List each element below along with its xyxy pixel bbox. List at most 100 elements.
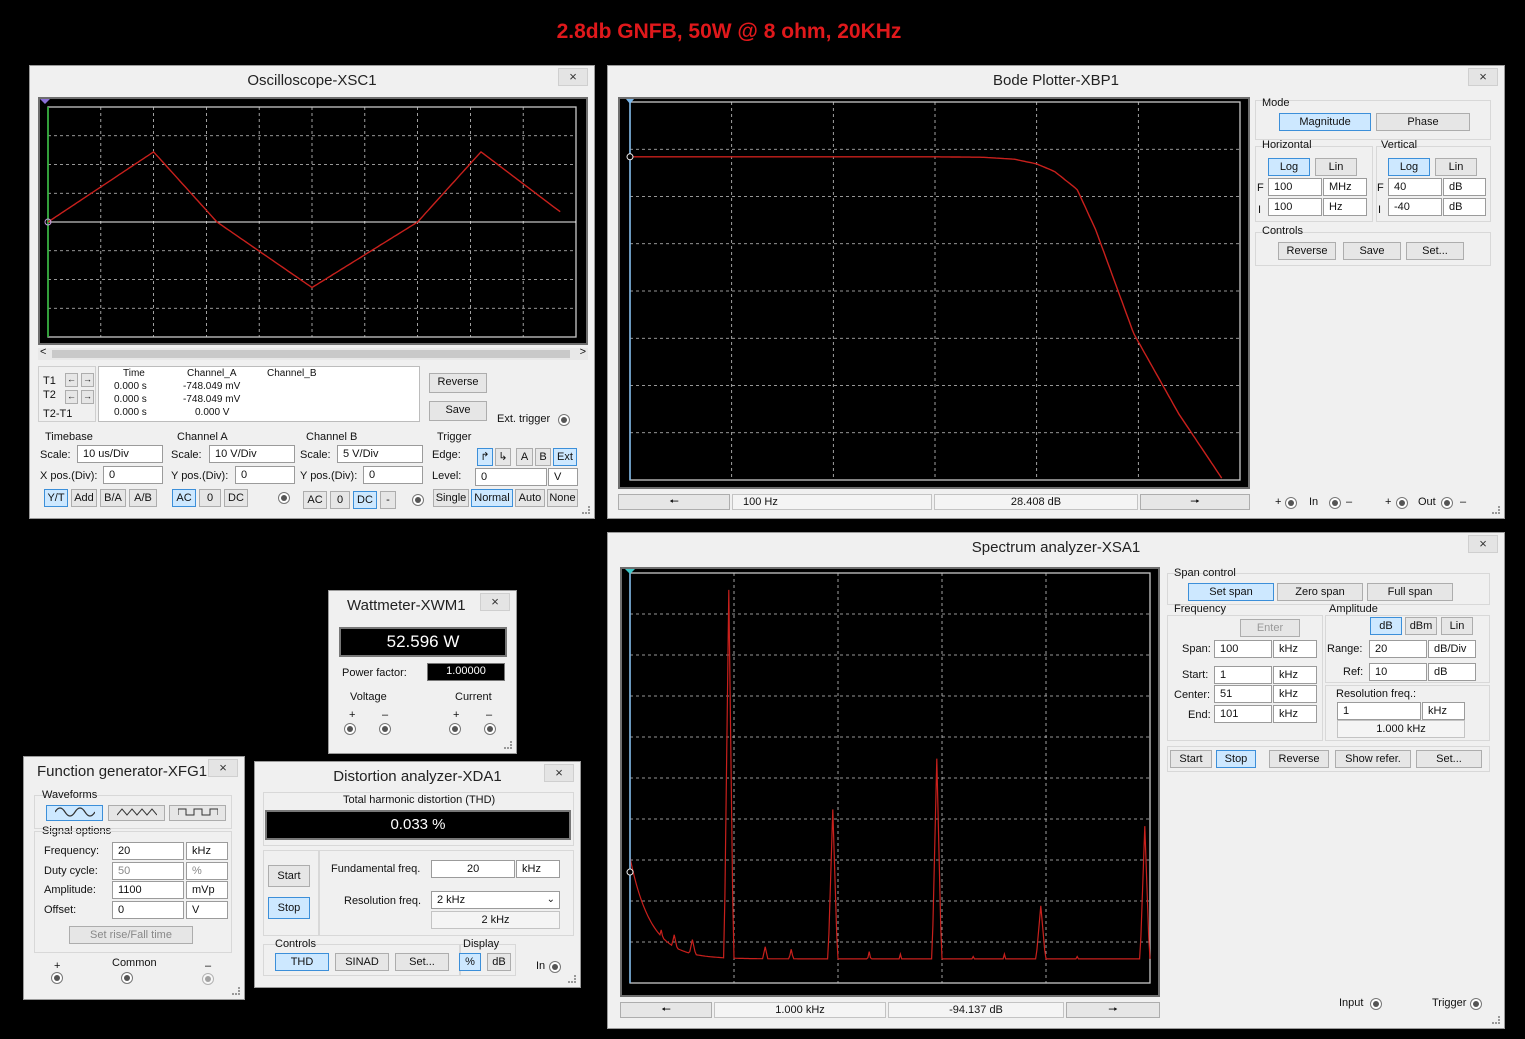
horizontal-final-field[interactable]: 100 [1268,178,1322,196]
cursor-left-button[interactable]: 🠔 [618,494,730,510]
add-mode-button[interactable]: Add [71,489,97,507]
full-span-button[interactable]: Full span [1367,583,1453,601]
trigger-level-field[interactable]: 0 [475,468,547,486]
channel-b-dc-button[interactable]: DC [353,491,377,509]
bode-set-button[interactable]: Set... [1406,242,1464,260]
cursor-left-button[interactable]: 🠔 [620,1002,712,1018]
current-minus-terminal[interactable] [484,723,496,735]
scrollbar-thumb[interactable] [52,350,570,358]
frequency-unit[interactable]: kHz [186,842,228,860]
resize-grip[interactable] [582,506,590,514]
lin-button[interactable]: Lin [1441,617,1473,635]
title-bar[interactable]: Distortion analyzer-XDA1 × [255,762,580,790]
resize-grip[interactable] [504,741,512,749]
end-unit[interactable]: kHz [1273,705,1317,723]
channel-b-zero-button[interactable]: 0 [330,491,350,509]
enter-button[interactable]: Enter [1240,619,1300,637]
resolution-freq-select[interactable]: 2 kHz ⌄ [431,891,560,909]
timebase-xpos-field[interactable]: 0 [103,466,163,484]
cursor-right-button[interactable]: 🠖 [1066,1002,1160,1018]
in-terminal[interactable] [549,961,561,973]
vertical-log-button[interactable]: Log [1388,158,1430,176]
rising-edge-icon[interactable]: ↱ [477,448,493,466]
center-unit[interactable]: kHz [1273,685,1317,703]
resize-grip[interactable] [1492,506,1500,514]
spectrum-start-button[interactable]: Start [1170,750,1212,768]
plus-terminal[interactable] [51,972,63,984]
horizontal-scrollbar[interactable]: < > [38,346,588,360]
start-button[interactable]: Start [268,865,310,887]
sinad-button[interactable]: SINAD [335,953,389,971]
thd-button[interactable]: THD [275,953,329,971]
resolution-unit[interactable]: kHz [1422,702,1465,720]
channel-b-ac-button[interactable]: AC [303,491,327,509]
vertical-final-field[interactable]: 40 [1388,178,1442,196]
horizontal-log-button[interactable]: Log [1268,158,1310,176]
t2-right-arrow-icon[interactable]: → [81,390,94,404]
spectrum-set-button[interactable]: Set... [1416,750,1482,768]
zero-span-button[interactable]: Zero span [1277,583,1363,601]
trigger-level-unit[interactable]: V [548,468,578,486]
none-mode-button[interactable]: None [547,489,578,507]
channel-a-dc-button[interactable]: DC [224,489,248,507]
span-unit[interactable]: kHz [1273,640,1317,658]
save-button[interactable]: Save [429,401,487,421]
resolution-field[interactable]: 1 [1337,702,1421,720]
title-bar[interactable]: Wattmeter-XWM1 × [329,591,516,619]
square-wave-button[interactable] [169,805,226,821]
vertical-initial-unit[interactable]: dB [1443,198,1486,216]
single-mode-button[interactable]: Single [433,489,469,507]
dbm-button[interactable]: dBm [1405,617,1437,635]
trigger-ext-button[interactable]: Ext [553,448,577,466]
trigger-a-button[interactable]: A [516,448,533,466]
ab-mode-button[interactable]: A/B [129,489,157,507]
common-terminal[interactable] [121,972,133,984]
end-field[interactable]: 101 [1214,705,1272,723]
title-bar[interactable]: Bode Plotter-XBP1 × [608,66,1504,94]
ref-field[interactable]: 10 [1369,663,1427,681]
in-plus-terminal[interactable] [1285,497,1297,509]
start-unit[interactable]: kHz [1273,666,1317,684]
ref-unit[interactable]: dB [1428,663,1476,681]
range-field[interactable]: 20 [1369,640,1427,658]
horizontal-initial-unit[interactable]: Hz [1323,198,1367,216]
current-plus-terminal[interactable] [449,723,461,735]
span-field[interactable]: 100 [1214,640,1272,658]
horizontal-lin-button[interactable]: Lin [1315,158,1357,176]
timebase-scale-field[interactable]: 10 us/Div [77,445,163,463]
vertical-lin-button[interactable]: Lin [1435,158,1477,176]
amplitude-unit[interactable]: mVp [186,881,228,899]
start-field[interactable]: 1 [1214,666,1272,684]
vertical-initial-field[interactable]: -40 [1388,198,1442,216]
voltage-minus-terminal[interactable] [379,723,391,735]
range-unit[interactable]: dB/Div [1428,640,1476,658]
channel-b-ypos-field[interactable]: 0 [363,466,423,484]
normal-mode-button[interactable]: Normal [471,489,513,507]
triangle-wave-button[interactable] [108,805,165,821]
magnitude-button[interactable]: Magnitude [1279,113,1371,131]
ext-trigger-terminal[interactable] [558,414,570,426]
phase-button[interactable]: Phase [1376,113,1470,131]
resize-grip[interactable] [1492,1016,1500,1024]
fundamental-freq-field[interactable]: 20 [431,860,515,878]
db-button[interactable]: dB [1370,617,1402,635]
out-plus-terminal[interactable] [1396,497,1408,509]
channel-a-zero-button[interactable]: 0 [199,489,221,507]
channel-b-minus-button[interactable]: - [380,491,396,509]
title-bar[interactable]: Spectrum analyzer-XSA1 × [608,533,1504,561]
duty-cycle-unit[interactable]: % [186,862,228,880]
channel-a-ac-button[interactable]: AC [172,489,196,507]
duty-cycle-field[interactable]: 50 [112,862,184,880]
close-icon[interactable]: × [208,759,238,777]
scroll-right-icon[interactable]: > [580,346,586,358]
fundamental-freq-unit[interactable]: kHz [516,860,560,878]
t1-right-arrow-icon[interactable]: → [81,373,94,387]
close-icon[interactable]: × [558,68,588,86]
close-icon[interactable]: × [480,593,510,611]
out-minus-terminal[interactable] [1441,497,1453,509]
trigger-b-button[interactable]: B [535,448,551,466]
frequency-field[interactable]: 20 [112,842,184,860]
t1-left-arrow-icon[interactable]: ← [65,373,78,387]
set-button[interactable]: Set... [395,953,449,971]
input-terminal[interactable] [1370,998,1382,1010]
